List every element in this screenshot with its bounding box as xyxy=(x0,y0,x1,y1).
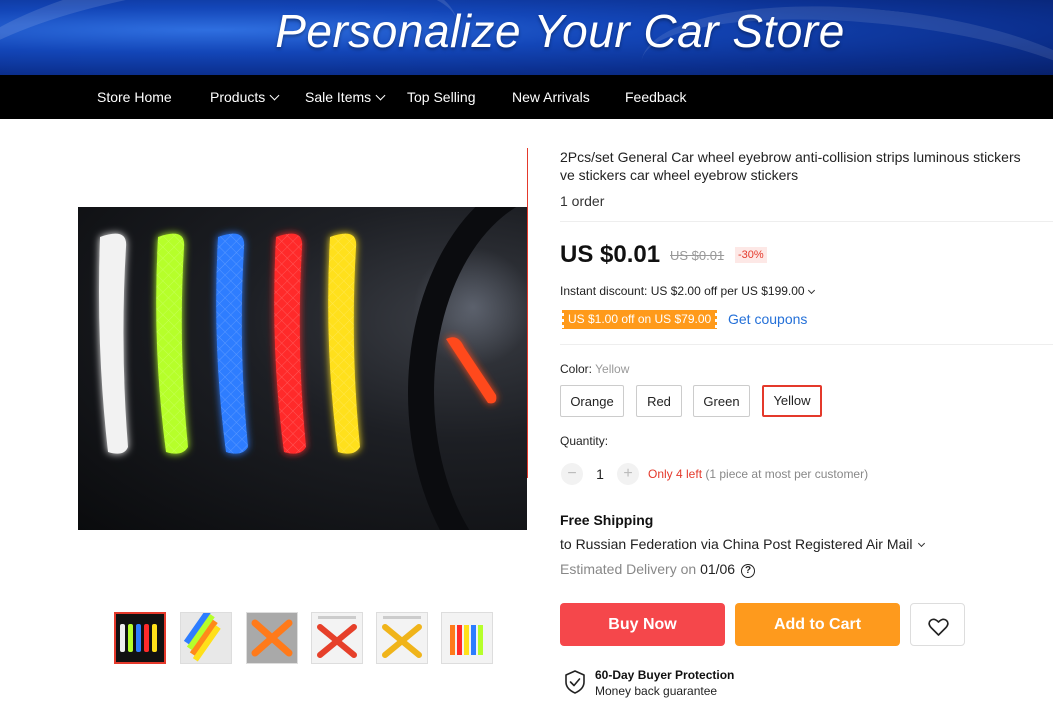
thumbnail-6[interactable] xyxy=(441,612,493,664)
nav-sale-items-label: Sale Items xyxy=(305,89,372,105)
purchase-limit: (1 piece at most per customer) xyxy=(705,467,869,481)
chevron-down-icon xyxy=(375,90,386,101)
thumbnail-5[interactable] xyxy=(376,612,428,664)
color-label: Color: Yellow xyxy=(560,362,629,376)
instant-discount[interactable]: Instant discount: US $2.00 off per US $1… xyxy=(560,284,815,298)
original-price: US $0.01 xyxy=(670,248,725,263)
wishlist-button[interactable] xyxy=(910,603,965,646)
current-price: US $0.01 xyxy=(560,241,661,268)
store-nav: Store Home Products Sale Items Top Selli… xyxy=(0,75,1053,119)
thumbnail-3[interactable] xyxy=(246,612,298,664)
color-option-orange[interactable]: Orange xyxy=(560,385,624,417)
buyer-protection-title: 60-Day Buyer Protection xyxy=(595,668,735,682)
coupon-badge: US $1.00 off on US $79.00 xyxy=(559,307,720,332)
get-coupons-link[interactable]: Get coupons xyxy=(728,311,807,327)
nav-feedback[interactable]: Feedback xyxy=(625,75,686,119)
nav-products-label: Products xyxy=(210,89,266,105)
divider xyxy=(560,344,1053,345)
question-icon[interactable]: ? xyxy=(741,564,756,578)
add-to-cart-button[interactable]: Add to Cart xyxy=(735,603,900,646)
quantity-decrease-button[interactable]: − xyxy=(561,463,583,485)
color-label-text: Color: xyxy=(560,362,593,376)
reflective-strips-illustration xyxy=(99,233,497,454)
store-banner: Personalize Your Car Store xyxy=(0,0,1053,75)
color-option-green[interactable]: Green xyxy=(693,385,750,417)
discount-badge: -30% xyxy=(735,247,767,263)
nav-store-home[interactable]: Store Home xyxy=(97,75,172,119)
heart-icon xyxy=(928,618,949,636)
thumb-color-set-image xyxy=(442,613,492,663)
store-title: Personalize Your Car Store xyxy=(275,5,845,57)
thumbnail-1[interactable] xyxy=(114,612,166,664)
chevron-down-icon xyxy=(917,539,925,548)
color-option-red[interactable]: Red xyxy=(636,385,682,417)
shipping-title: Free Shipping xyxy=(560,512,654,528)
selected-color: Yellow xyxy=(595,362,630,376)
instant-discount-text: Instant discount: US $2.00 off per US $1… xyxy=(560,284,805,298)
product-title: 2Pcs/set General Car wheel eyebrow anti-… xyxy=(560,148,1053,184)
thumb-strips-image xyxy=(116,614,164,662)
thumbnail-2[interactable] xyxy=(180,612,232,664)
nav-sale-items[interactable]: Sale Items xyxy=(305,75,386,119)
nav-products[interactable]: Products xyxy=(210,75,280,119)
gallery-divider xyxy=(527,148,528,478)
order-count: 1 order xyxy=(560,193,605,209)
quantity-increase-button[interactable]: + xyxy=(617,463,639,485)
product-title-line1: 2Pcs/set General Car wheel eyebrow anti-… xyxy=(560,149,1021,165)
shipping-destination[interactable]: to Russian Federation via China Post Reg… xyxy=(560,536,925,552)
shipping-destination-text: to Russian Federation via China Post Reg… xyxy=(560,536,913,552)
shield-check-icon xyxy=(565,670,585,694)
thumb-colored-strips-image xyxy=(181,613,231,663)
thumb-red-x-image xyxy=(312,613,362,663)
estimated-delivery: Estimated Delivery on 01/06? xyxy=(560,561,756,579)
stock-left: Only 4 left xyxy=(648,467,703,481)
thumb-yellow-x-image xyxy=(377,613,427,663)
quantity-value[interactable]: 1 xyxy=(590,466,610,482)
nav-new-arrivals[interactable]: New Arrivals xyxy=(512,75,590,119)
stock-info: Only 4 left (1 piece at most per custome… xyxy=(648,467,868,481)
quantity-label: Quantity: xyxy=(560,434,609,448)
color-option-yellow[interactable]: Yellow xyxy=(762,385,822,417)
eta-date: 01/06 xyxy=(700,561,736,577)
product-main-image[interactable] xyxy=(78,207,527,530)
thumbnail-4[interactable] xyxy=(311,612,363,664)
divider xyxy=(560,221,1053,222)
product-title-line2: ve stickers car wheel eyebrow stickers xyxy=(560,167,799,183)
eta-label: Estimated Delivery on xyxy=(560,561,697,577)
chevron-down-icon xyxy=(807,286,815,295)
buyer-protection-subtitle: Money back guarantee xyxy=(595,684,718,698)
chevron-down-icon xyxy=(269,90,280,101)
nav-top-selling[interactable]: Top Selling xyxy=(407,75,476,119)
thumb-orange-x-image xyxy=(247,613,297,663)
buy-now-button[interactable]: Buy Now xyxy=(560,603,725,646)
